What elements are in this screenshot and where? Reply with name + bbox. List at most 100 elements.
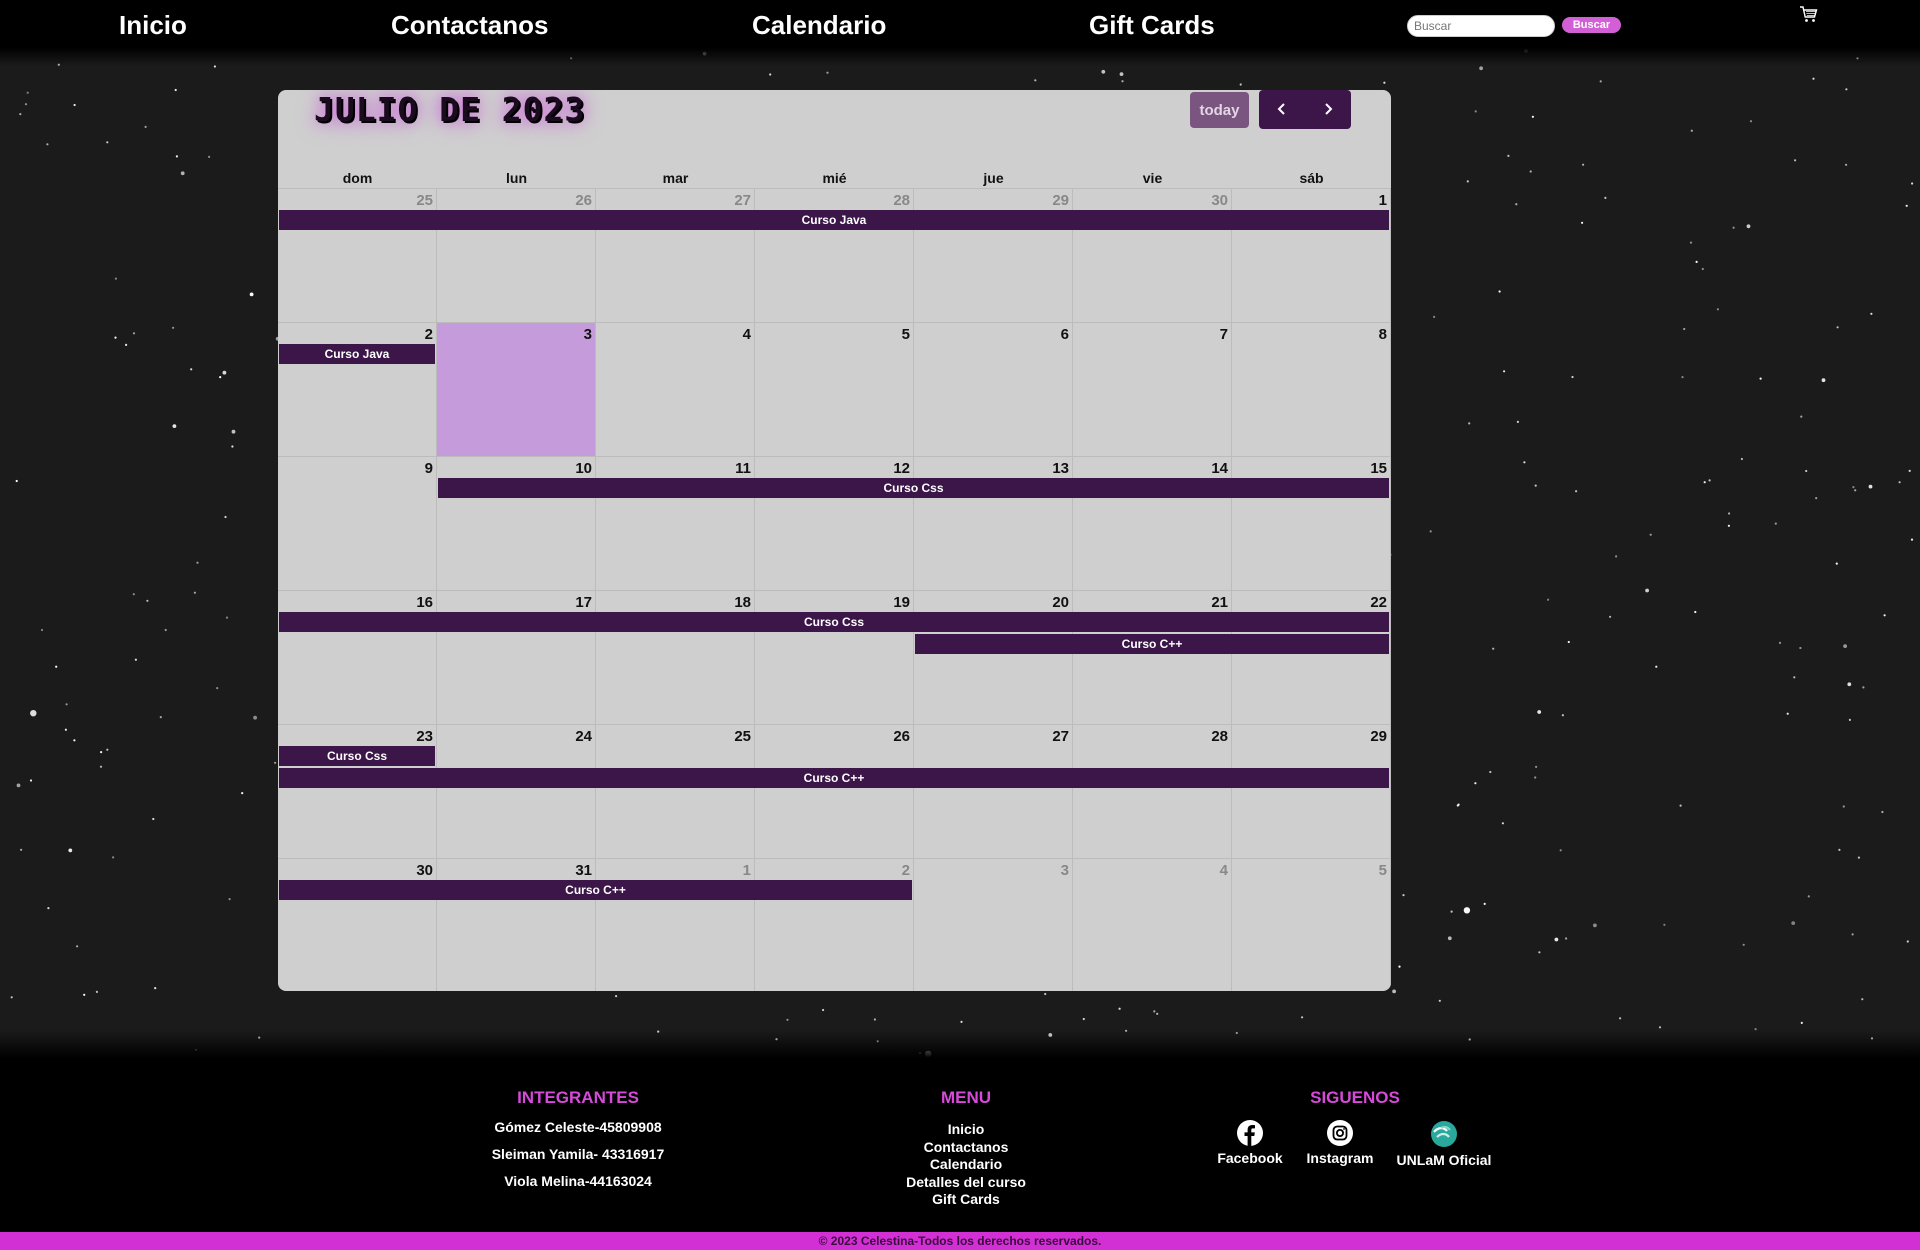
calendar-day-cell[interactable]: 11 (596, 456, 755, 590)
calendar-day-cell[interactable]: 29 (914, 188, 1073, 322)
calendar-day-cell[interactable]: 20 (914, 590, 1073, 724)
day-number[interactable]: 18 (734, 594, 751, 611)
calendar-day-cell[interactable]: 18 (596, 590, 755, 724)
search-button[interactable]: Buscar (1562, 17, 1621, 33)
nav-inicio-link[interactable]: Inicio (119, 10, 187, 41)
day-number[interactable]: 4 (743, 326, 751, 343)
day-number[interactable]: 2 (425, 326, 433, 343)
day-number[interactable]: 6 (1061, 326, 1069, 343)
day-number[interactable]: 26 (893, 728, 910, 745)
calendar-day-cell[interactable]: 21 (1073, 590, 1232, 724)
calendar-day-cell[interactable]: 9 (278, 456, 437, 590)
day-number[interactable]: 2 (902, 862, 910, 879)
calendar-day-cell[interactable]: 15 (1232, 456, 1391, 590)
calendar-day-cell[interactable]: 14 (1073, 456, 1232, 590)
facebook-link[interactable]: Facebook (1210, 1120, 1290, 1168)
day-number[interactable]: 23 (416, 728, 433, 745)
day-number[interactable]: 14 (1211, 460, 1228, 477)
day-number[interactable]: 15 (1370, 460, 1387, 477)
day-number[interactable]: 30 (1211, 192, 1228, 209)
calendar-day-cell[interactable]: 28 (1073, 724, 1232, 858)
today-button[interactable]: today (1190, 92, 1249, 128)
day-number[interactable]: 13 (1052, 460, 1069, 477)
calendar-day-cell[interactable]: 30 (1073, 188, 1232, 322)
day-number[interactable]: 22 (1370, 594, 1387, 611)
calendar-day-cell[interactable]: 22 (1232, 590, 1391, 724)
calendar-event[interactable]: Curso Css (279, 612, 1389, 632)
search-input[interactable] (1407, 15, 1555, 37)
calendar-day-cell[interactable]: 31 (437, 858, 596, 991)
day-number[interactable]: 10 (575, 460, 592, 477)
day-number[interactable]: 20 (1052, 594, 1069, 611)
day-number[interactable]: 19 (893, 594, 910, 611)
calendar-day-cell[interactable]: 30 (278, 858, 437, 991)
day-number[interactable]: 31 (575, 862, 592, 879)
day-number[interactable]: 12 (893, 460, 910, 477)
day-number[interactable]: 5 (902, 326, 910, 343)
day-number[interactable]: 29 (1052, 192, 1069, 209)
day-number[interactable]: 1 (743, 862, 751, 879)
instagram-link[interactable]: Instagram (1298, 1120, 1382, 1168)
footer-menu-detalles[interactable]: Detalles del curso (866, 1174, 1066, 1192)
nav-gift-cards-link[interactable]: Gift Cards (1089, 10, 1215, 41)
day-number[interactable]: 30 (416, 862, 433, 879)
calendar-event[interactable]: Curso Java (279, 210, 1389, 230)
day-number[interactable]: 28 (1211, 728, 1228, 745)
calendar-day-cell[interactable]: 19 (755, 590, 914, 724)
cart-icon[interactable] (1799, 5, 1819, 25)
day-number[interactable]: 8 (1379, 326, 1387, 343)
unlam-link[interactable]: UNLaM Oficial (1392, 1120, 1496, 1170)
day-number[interactable]: 3 (584, 326, 592, 343)
calendar-day-cell[interactable]: 3 (437, 322, 596, 456)
day-number[interactable]: 9 (425, 460, 433, 477)
calendar-day-cell[interactable]: 16 (278, 590, 437, 724)
day-number[interactable]: 5 (1379, 862, 1387, 879)
day-number[interactable]: 7 (1220, 326, 1228, 343)
day-number[interactable]: 21 (1211, 594, 1228, 611)
calendar-day-cell[interactable]: 5 (755, 322, 914, 456)
calendar-event[interactable]: Curso Css (438, 478, 1389, 498)
day-number[interactable]: 26 (575, 192, 592, 209)
calendar-event[interactable]: Curso C++ (279, 768, 1389, 788)
calendar-day-cell[interactable]: 13 (914, 456, 1073, 590)
footer-menu-calendario[interactable]: Calendario (866, 1156, 1066, 1174)
calendar-day-cell[interactable]: 2 (278, 322, 437, 456)
calendar-day-cell[interactable]: 29 (1232, 724, 1391, 858)
calendar-day-cell[interactable]: 5 (1232, 858, 1391, 991)
calendar-day-cell[interactable]: 1 (596, 858, 755, 991)
calendar-day-cell[interactable]: 25 (596, 724, 755, 858)
calendar-day-cell[interactable]: 4 (596, 322, 755, 456)
calendar-day-cell[interactable]: 3 (914, 858, 1073, 991)
footer-menu-gift-cards[interactable]: Gift Cards (866, 1191, 1066, 1209)
calendar-day-cell[interactable]: 23 (278, 724, 437, 858)
calendar-day-cell[interactable]: 24 (437, 724, 596, 858)
day-number[interactable]: 17 (575, 594, 592, 611)
calendar-day-cell[interactable]: 1 (1232, 188, 1391, 322)
day-number[interactable]: 16 (416, 594, 433, 611)
footer-menu-contactanos[interactable]: Contactanos (866, 1139, 1066, 1157)
calendar-day-cell[interactable]: 26 (437, 188, 596, 322)
calendar-day-cell[interactable]: 2 (755, 858, 914, 991)
calendar-day-cell[interactable]: 4 (1073, 858, 1232, 991)
prev-month-button[interactable] (1259, 90, 1305, 129)
calendar-event[interactable]: Curso Java (279, 344, 435, 364)
calendar-day-cell[interactable]: 10 (437, 456, 596, 590)
day-number[interactable]: 11 (735, 460, 751, 477)
calendar-day-cell[interactable]: 8 (1232, 322, 1391, 456)
day-number[interactable]: 27 (1052, 728, 1069, 745)
day-number[interactable]: 24 (575, 728, 592, 745)
calendar-day-cell[interactable]: 27 (596, 188, 755, 322)
next-month-button[interactable] (1305, 90, 1351, 129)
calendar-day-cell[interactable]: 26 (755, 724, 914, 858)
calendar-day-cell[interactable]: 6 (914, 322, 1073, 456)
calendar-day-cell[interactable]: 17 (437, 590, 596, 724)
day-number[interactable]: 28 (893, 192, 910, 209)
day-number[interactable]: 3 (1061, 862, 1069, 879)
calendar-day-cell[interactable]: 7 (1073, 322, 1232, 456)
day-number[interactable]: 1 (1379, 192, 1387, 209)
nav-contactanos-link[interactable]: Contactanos (391, 10, 548, 41)
footer-menu-inicio[interactable]: Inicio (866, 1121, 1066, 1139)
calendar-day-cell[interactable]: 12 (755, 456, 914, 590)
day-number[interactable]: 4 (1220, 862, 1228, 879)
calendar-day-cell[interactable]: 28 (755, 188, 914, 322)
